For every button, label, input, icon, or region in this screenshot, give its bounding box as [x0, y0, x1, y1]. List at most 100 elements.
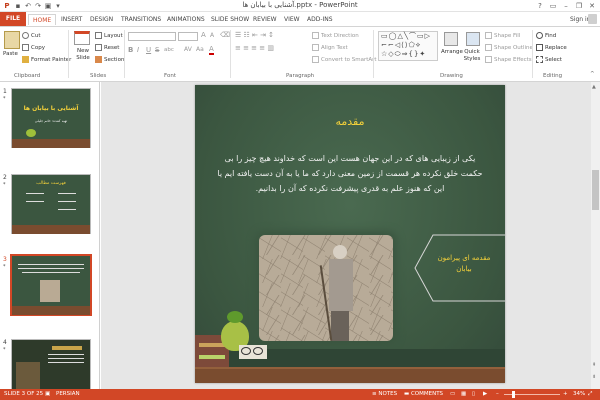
user-avatar-icon[interactable]: [588, 14, 597, 24]
strikethrough-button[interactable]: S: [155, 46, 159, 54]
format-painter-label: Format Painter: [31, 57, 72, 63]
thumb-line: [58, 193, 76, 194]
vertical-scrollbar[interactable]: ▲ ⇞ ⇟: [591, 82, 600, 389]
smartart-icon: [312, 56, 319, 63]
minimize-button[interactable]: –: [560, 1, 572, 11]
zoom-slider-thumb[interactable]: [512, 391, 516, 398]
layout-button[interactable]: Layout: [95, 32, 123, 39]
font-size-select[interactable]: [178, 32, 198, 41]
tab-insert[interactable]: INSERT: [57, 14, 86, 25]
slide-sorter-icon[interactable]: ▦: [461, 391, 466, 397]
arrange-button[interactable]: Arrange: [441, 49, 463, 55]
text-direction-button[interactable]: Text Direction: [312, 32, 359, 39]
thumb-line: [18, 268, 84, 269]
slide-title[interactable]: مقدمه: [195, 115, 505, 128]
tab-animations[interactable]: ANIMATIONS: [163, 14, 209, 25]
collapse-ribbon-icon[interactable]: ^: [590, 71, 595, 77]
quick-styles-icon[interactable]: [466, 32, 480, 46]
character-spacing-icon[interactable]: AV: [184, 46, 192, 53]
tab-home[interactable]: HOME: [28, 14, 57, 25]
select-button[interactable]: Select: [536, 56, 562, 63]
clipboard-group-label: Clipboard: [14, 73, 41, 79]
notes-button[interactable]: ≡ NOTES: [372, 391, 397, 397]
tab-slide-show[interactable]: SLIDE SHOW: [207, 14, 253, 25]
slide-show-icon[interactable]: ▶: [483, 391, 487, 397]
book-spine: [199, 343, 225, 347]
close-button[interactable]: ✕: [586, 1, 598, 11]
cracked-desert-photo[interactable]: [259, 235, 393, 341]
quick-styles-button[interactable]: Quick Styles: [461, 49, 483, 63]
clear-formatting-icon[interactable]: ⌫: [220, 31, 230, 39]
tab-transitions[interactable]: TRANSITIONS: [117, 14, 165, 25]
language-indicator[interactable]: PERSIAN: [56, 391, 80, 397]
thumb-wood-frame: [12, 139, 90, 148]
paste-button[interactable]: Paste: [3, 51, 18, 57]
scroll-up-icon[interactable]: ▲: [592, 84, 596, 90]
ribbon-display-button[interactable]: ▭: [547, 1, 559, 11]
thumb-title: آشنایی با بیابان ها: [23, 105, 79, 112]
tab-add-ins[interactable]: ADD-INS: [303, 14, 337, 25]
copy-button[interactable]: Copy: [22, 44, 45, 51]
replace-button[interactable]: Replace: [536, 44, 567, 51]
reset-button[interactable]: Reset: [95, 44, 119, 51]
shape-fill-button[interactable]: Shape Fill: [485, 32, 520, 39]
thumb-line: [48, 358, 84, 359]
paste-icon[interactable]: [4, 31, 20, 49]
decrease-font-size-button[interactable]: A: [210, 32, 214, 39]
new-slide-button[interactable]: New Slide: [72, 48, 94, 62]
new-slide-icon[interactable]: [74, 31, 90, 45]
comments-label: COMMENTS: [410, 391, 444, 397]
next-slide-icon[interactable]: ⇟: [592, 374, 596, 380]
increase-font-size-button[interactable]: A: [201, 31, 206, 39]
tab-file[interactable]: FILE: [0, 12, 26, 26]
previous-slide-icon[interactable]: ⇞: [592, 362, 596, 368]
font-color-button[interactable]: A: [209, 45, 214, 55]
callout-text[interactable]: مقدمه ای پیرامون بیابان: [433, 253, 495, 275]
convert-smartart-button[interactable]: Convert to SmartArt: [312, 56, 377, 63]
tab-review[interactable]: REVIEW: [249, 14, 281, 25]
thumb-desert-photo: [40, 280, 60, 302]
proofing-icon[interactable]: ▣: [45, 391, 50, 397]
slide-number: 1: [3, 88, 7, 95]
ribbon-tabs: FILE HOME INSERT DESIGN TRANSITIONS ANIM…: [0, 12, 600, 26]
zoom-out-button[interactable]: –: [496, 391, 499, 397]
section-button[interactable]: Section: [95, 56, 124, 63]
fit-to-window-icon[interactable]: ⤢: [588, 391, 592, 398]
align-icons[interactable]: ≡ ≡ ≡ ≡ ▥: [235, 44, 274, 52]
scrollbar-thumb[interactable]: [592, 170, 599, 210]
format-painter-button[interactable]: Format Painter: [22, 56, 71, 63]
restore-button[interactable]: ❐: [573, 1, 585, 11]
tab-view[interactable]: VIEW: [280, 14, 304, 25]
tab-design[interactable]: DESIGN: [86, 14, 117, 25]
slide-thumbnail-2[interactable]: فهرست مطالب: [11, 174, 91, 234]
change-case-icon[interactable]: Aa: [196, 46, 204, 53]
current-slide[interactable]: مقدمه یکی از زیبایی های که در این جهان ه…: [195, 85, 505, 383]
zoom-level[interactable]: 34%: [573, 391, 585, 397]
slide-thumbnail-3[interactable]: [10, 254, 92, 316]
section-label: Section: [104, 57, 125, 63]
shape-outline-button[interactable]: Shape Outline: [485, 44, 533, 51]
arrange-icon[interactable]: [444, 32, 458, 46]
slide-thumbnail-1[interactable]: آشنایی با بیابان ها تهیه کننده: خانم جلی…: [11, 88, 91, 148]
slide-body-text[interactable]: یکی از زیبایی های که در این جهان هست این…: [213, 151, 487, 196]
bold-button[interactable]: B: [128, 46, 133, 54]
normal-view-icon[interactable]: ▭: [450, 391, 455, 397]
shape-outline-icon: [485, 44, 492, 51]
shape-effects-button[interactable]: Shape Effects: [485, 56, 532, 63]
font-family-select[interactable]: [128, 32, 176, 41]
bullets-icon[interactable]: ☰ ☷ ⇤ ⇥ ↕: [235, 31, 274, 39]
underline-button[interactable]: U: [146, 46, 151, 54]
cut-button[interactable]: Cut: [22, 32, 40, 39]
find-label: Find: [545, 33, 557, 39]
reading-view-icon[interactable]: ▯: [472, 391, 475, 397]
text-shadow-button[interactable]: abc: [164, 47, 174, 53]
scissors-icon: [22, 32, 29, 39]
comments-button[interactable]: ▬ COMMENTS: [404, 391, 443, 397]
zoom-in-button[interactable]: +: [563, 391, 568, 397]
align-text-button[interactable]: Align Text: [312, 44, 348, 51]
italic-button[interactable]: I: [137, 46, 139, 54]
callout-arrow-shape[interactable]: مقدمه ای پیرامون بیابان: [413, 233, 505, 303]
shapes-gallery[interactable]: ▭◯△╲⌒▭▷ ⌐⌐◁⟨⟩⬠⟡ ☆◇⬭⇒{}✦: [378, 31, 438, 61]
find-button[interactable]: Find: [536, 32, 556, 39]
help-button[interactable]: ?: [534, 1, 546, 11]
